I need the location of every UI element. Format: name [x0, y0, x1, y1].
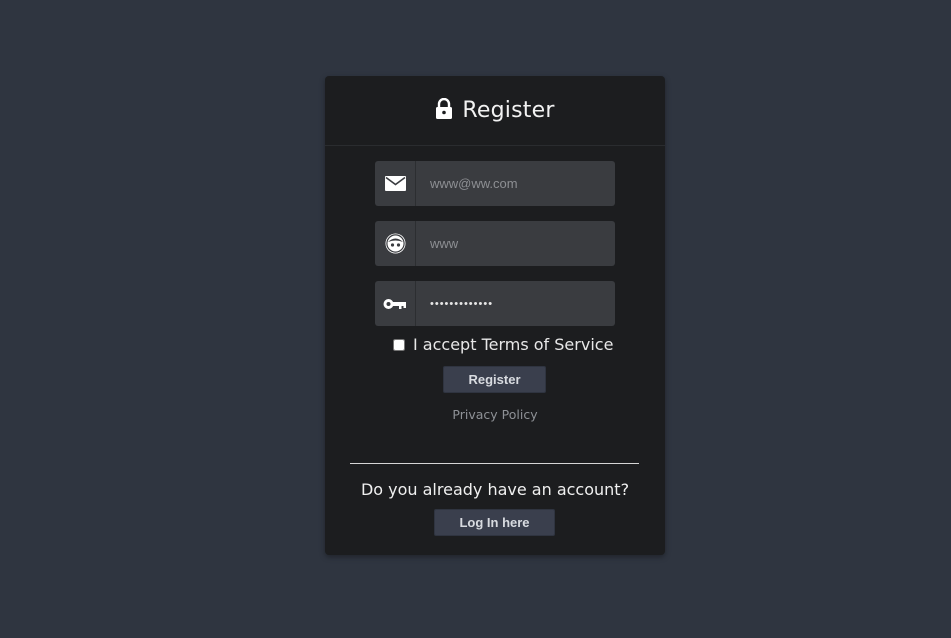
key-icon [383, 298, 406, 309]
privacy-policy-link[interactable]: Privacy Policy [325, 407, 665, 422]
envelope-icon [384, 176, 406, 191]
terms-checkbox[interactable] [393, 338, 405, 351]
divider [350, 463, 639, 464]
register-card: Register www@ww.com www I accept Terms o… [325, 76, 665, 555]
username-field-group [375, 221, 615, 266]
password-icon-box [375, 281, 416, 326]
card-header: Register [325, 76, 665, 146]
email-field-group [375, 161, 615, 206]
register-button[interactable]: Register [443, 366, 546, 393]
email-icon-box [375, 161, 416, 206]
lock-icon [436, 97, 453, 119]
username-icon-box [375, 221, 416, 266]
login-question: Do you already have an account? [360, 480, 630, 499]
terms-row[interactable]: I accept Terms of Service [393, 335, 613, 354]
face-icon [385, 233, 405, 254]
username-input[interactable] [416, 222, 615, 265]
email-input[interactable] [416, 162, 615, 205]
password-field-group [375, 281, 615, 326]
terms-label: I accept Terms of Service [413, 335, 614, 354]
page-title: Register [462, 98, 555, 123]
password-input[interactable] [416, 282, 615, 325]
login-button[interactable]: Log In here [434, 509, 555, 536]
